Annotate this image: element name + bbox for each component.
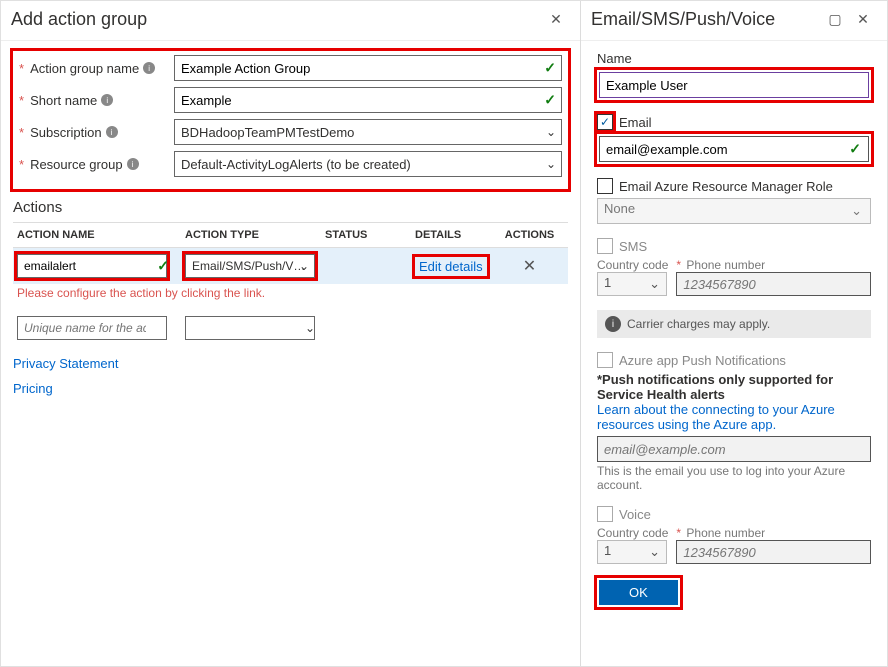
action-type-select[interactable]: Email/SMS/Push/V… <box>185 254 315 278</box>
row-resource-group: *Resource group i Default-ActivityLogAle… <box>19 151 562 177</box>
voice-label: Voice <box>619 507 651 522</box>
email-sms-push-voice-pane: Email/SMS/Push/Voice ▢ ✕ Name ✓ Email ✓ <box>581 1 887 666</box>
app-root: Add action group ✕ *Action group name i … <box>0 0 888 667</box>
action-row-1: ✓ Email/SMS/Push/V… ⌄ Edit details <box>13 248 568 284</box>
short-name-input[interactable] <box>174 87 562 113</box>
label-action-group-name: Action group name <box>30 61 139 76</box>
left-title: Add action group <box>11 9 538 30</box>
push-hint: This is the email you use to log into yo… <box>597 464 871 492</box>
col-name: ACTION NAME <box>17 229 177 241</box>
new-action-name-input[interactable] <box>17 316 167 340</box>
actions-table-header: ACTION NAME ACTION TYPE STATUS DETAILS A… <box>13 222 568 248</box>
arm-role-value: None <box>604 201 635 216</box>
new-action-type-select[interactable] <box>185 316 315 340</box>
label-short-name: Short name <box>30 93 97 108</box>
push-learn-link[interactable]: Learn about the connecting to your Azure… <box>597 402 871 432</box>
privacy-link[interactable]: Privacy Statement <box>13 356 568 371</box>
col-details: DETAILS <box>415 229 495 241</box>
info-icon[interactable]: i <box>101 94 113 106</box>
action-error-text: Please configure the action by clicking … <box>17 286 568 300</box>
left-header: Add action group ✕ <box>1 1 580 41</box>
actions-table: ACTION NAME ACTION TYPE STATUS DETAILS A… <box>13 222 568 346</box>
sms-checkbox[interactable] <box>597 238 613 254</box>
voice-phone-label: Phone number <box>686 526 765 540</box>
subscription-value: BDHadoopTeamPMTestDemo <box>181 125 354 140</box>
actions-heading: Actions <box>13 199 568 216</box>
row-action-group-name: *Action group name i ✓ <box>19 55 562 81</box>
col-actions: ACTIONS <box>495 229 564 241</box>
right-body: Name ✓ Email ✓ Email Azure Resourc <box>581 41 887 623</box>
col-status: STATUS <box>325 229 415 241</box>
maximize-icon[interactable]: ▢ <box>825 10 845 30</box>
arm-role-label: Email Azure Resource Manager Role <box>619 179 833 194</box>
row-subscription: *Subscription i BDHadoopTeamPMTestDemo ⌄ <box>19 119 562 145</box>
action-row-new: ⌄ <box>13 310 568 346</box>
col-type: ACTION TYPE <box>185 229 325 241</box>
right-title: Email/SMS/Push/Voice <box>591 9 817 30</box>
sms-label: SMS <box>619 239 647 254</box>
voice-country-select[interactable]: 1⌄ <box>597 540 667 564</box>
add-action-group-pane: Add action group ✕ *Action group name i … <box>1 1 581 666</box>
subscription-select[interactable]: BDHadoopTeamPMTestDemo <box>174 119 562 145</box>
chevron-down-icon: ⌄ <box>851 203 862 219</box>
label-subscription: Subscription <box>30 125 102 140</box>
info-icon: i <box>605 316 621 332</box>
form-fields-group: *Action group name i ✓ *Short name i ✓ *… <box>13 51 568 189</box>
resource-group-select[interactable]: Default-ActivityLogAlerts (to be created… <box>174 151 562 177</box>
email-label: Email <box>619 115 652 130</box>
push-label: Azure app Push Notifications <box>619 353 786 368</box>
voice-country-label: Country code <box>597 526 668 540</box>
ok-button[interactable]: OK <box>599 580 678 605</box>
voice-checkbox[interactable] <box>597 506 613 522</box>
sms-country-select[interactable]: 1⌄ <box>597 272 667 296</box>
name-section: Name <box>597 51 871 100</box>
voice-section: Voice Country code 1⌄ * Phone number <box>597 506 871 564</box>
push-checkbox[interactable] <box>597 352 613 368</box>
info-icon[interactable]: i <box>143 62 155 74</box>
pricing-link[interactable]: Pricing <box>13 381 568 396</box>
action-type-value: Email/SMS/Push/V… <box>192 259 305 273</box>
edit-details-link[interactable]: Edit details <box>415 257 487 276</box>
resource-group-value: Default-ActivityLogAlerts (to be created… <box>181 157 411 172</box>
carrier-note-text: Carrier charges may apply. <box>627 317 770 331</box>
sms-country-label: Country code <box>597 258 668 272</box>
chevron-down-icon: ⌄ <box>649 544 660 560</box>
carrier-note: i Carrier charges may apply. <box>597 310 871 338</box>
action-name-input[interactable] <box>17 254 167 278</box>
email-checkbox[interactable]: ✓ <box>597 114 613 130</box>
row-short-name: *Short name i ✓ <box>19 87 562 113</box>
arm-role-select[interactable]: None ⌄ <box>597 198 871 224</box>
left-body: *Action group name i ✓ *Short name i ✓ *… <box>1 41 580 406</box>
push-email-input[interactable] <box>597 436 871 462</box>
right-header: Email/SMS/Push/Voice ▢ ✕ <box>581 1 887 41</box>
sms-phone-input[interactable] <box>676 272 871 296</box>
info-icon[interactable]: i <box>106 126 118 138</box>
push-section: Azure app Push Notifications *Push notif… <box>597 352 871 492</box>
arm-role-checkbox[interactable] <box>597 178 613 194</box>
close-icon[interactable]: ✕ <box>853 10 873 30</box>
voice-phone-input[interactable] <box>676 540 871 564</box>
arm-role-section: Email Azure Resource Manager Role None ⌄ <box>597 178 871 224</box>
sms-phone-label: Phone number <box>686 258 765 272</box>
name-label: Name <box>597 51 871 66</box>
email-input[interactable] <box>599 136 869 162</box>
info-icon[interactable]: i <box>127 158 139 170</box>
email-section: ✓ Email ✓ <box>597 114 871 164</box>
push-bold-note: *Push notifications only supported for S… <box>597 372 871 402</box>
sms-section: SMS Country code 1⌄ * Phone number <box>597 238 871 296</box>
label-resource-group: Resource group <box>30 157 123 172</box>
close-icon[interactable]: ✕ <box>546 10 566 30</box>
chevron-down-icon: ⌄ <box>649 276 660 292</box>
name-input[interactable] <box>599 72 869 98</box>
action-group-name-input[interactable] <box>174 55 562 81</box>
remove-action-icon[interactable]: ✕ <box>495 256 564 276</box>
